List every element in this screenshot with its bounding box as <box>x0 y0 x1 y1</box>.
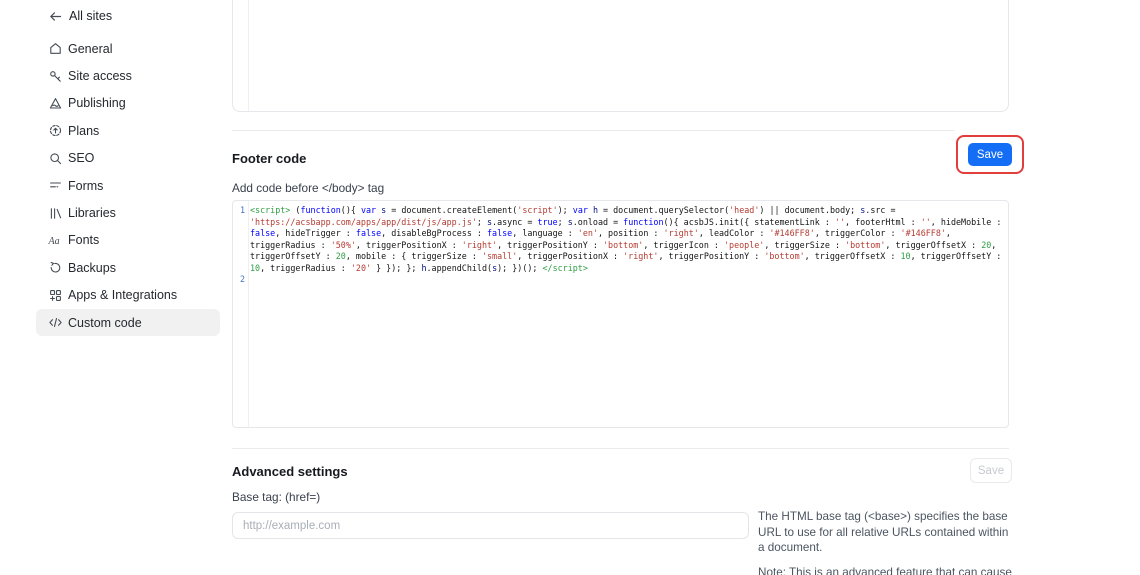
line-number: 1 <box>233 205 245 217</box>
sidebar-item-label: General <box>68 42 112 56</box>
plans-icon <box>48 123 63 138</box>
code-line: 10, triggerRadius : '20' } }); }; h.appe… <box>250 263 1006 275</box>
base-tag-help-text: The HTML base tag (<base>) specifies the… <box>758 509 1014 556</box>
code-line: triggerOffsetY : 20, mobile : { triggerS… <box>250 251 1006 263</box>
back-label: All sites <box>69 9 112 23</box>
section-divider <box>232 448 1009 449</box>
sidebar-item-general[interactable]: General <box>36 35 220 62</box>
sidebar-item-publishing[interactable]: Publishing <box>36 90 220 117</box>
forms-icon <box>48 178 63 193</box>
line-number <box>233 263 245 275</box>
sidebar-item-label: Fonts <box>68 233 99 247</box>
base-tag-help: The HTML base tag (<base>) specifies the… <box>758 509 1014 575</box>
line-number <box>233 240 245 252</box>
advanced-save-button[interactable]: Save <box>970 458 1012 483</box>
sidebar-item-plans[interactable]: Plans <box>36 117 220 144</box>
sidebar-item-label: SEO <box>68 151 94 165</box>
editor-gutter-separator <box>248 201 249 427</box>
code-line: triggerRadius : '50%', triggerPositionX … <box>250 240 1006 252</box>
sidebar-item-label: Libraries <box>68 206 116 220</box>
svg-text:Aa: Aa <box>48 236 60 247</box>
line-number <box>233 217 245 229</box>
code-icon <box>48 315 63 330</box>
footer-code-title: Footer code <box>232 151 306 166</box>
backups-icon <box>48 260 63 275</box>
sidebar-item-label: Plans <box>68 124 99 138</box>
advanced-settings-title: Advanced settings <box>232 464 348 479</box>
section-divider <box>232 130 955 131</box>
fonts-icon: Aa <box>48 233 63 248</box>
sidebar-item-fonts[interactable]: Aa Fonts <box>36 227 220 254</box>
line-number <box>233 251 245 263</box>
sidebar-item-apps-integrations[interactable]: Apps & Integrations <box>36 282 220 309</box>
footer-save-button[interactable]: Save <box>968 143 1012 166</box>
search-icon <box>48 151 63 166</box>
apps-icon <box>48 288 63 303</box>
key-icon <box>48 69 63 84</box>
back-to-all-sites[interactable]: All sites <box>36 4 124 28</box>
site-settings-page: All sites General Site access Publishing Pl… <box>0 0 1140 575</box>
sidebar-item-site-access[interactable]: Site access <box>36 62 220 89</box>
code-line: false, hideTrigger : false, disableBgPro… <box>250 228 1006 240</box>
sidebar-item-label: Backups <box>68 261 116 275</box>
sidebar-item-label: Publishing <box>68 96 126 110</box>
sidebar-item-label: Custom code <box>68 316 142 330</box>
sidebar-item-custom-code[interactable]: Custom code <box>36 309 220 336</box>
sidebar: All sites General Site access Publishing Pl… <box>0 0 232 575</box>
annotation-box: Save <box>956 135 1024 174</box>
sidebar-item-libraries[interactable]: Libraries <box>36 199 220 226</box>
base-tag-note-text: Note: This is an advanced feature that c… <box>758 565 1014 575</box>
editor-gutter-separator <box>248 0 249 111</box>
home-icon <box>48 41 63 56</box>
sidebar-item-label: Forms <box>68 179 103 193</box>
sidebar-item-seo[interactable]: SEO <box>36 145 220 172</box>
publish-icon <box>48 96 63 111</box>
footer-code-subtitle: Add code before </body> tag <box>232 181 384 195</box>
sidebar-nav: General Site access Publishing Plans SEO Form… <box>36 35 220 336</box>
sidebar-item-label: Site access <box>68 69 132 83</box>
libraries-icon <box>48 206 63 221</box>
sidebar-item-label: Apps & Integrations <box>68 288 177 302</box>
editor-line-numbers: 12 <box>233 205 245 286</box>
base-tag-input[interactable] <box>232 512 749 539</box>
line-number <box>233 228 245 240</box>
code-line: <script> (function(){ var s = document.c… <box>250 205 1006 217</box>
sidebar-item-backups[interactable]: Backups <box>36 254 220 281</box>
editor-code-content[interactable]: <script> (function(){ var s = document.c… <box>250 205 1006 274</box>
base-tag-label: Base tag: (href=) <box>232 490 320 504</box>
sidebar-item-forms[interactable]: Forms <box>36 172 220 199</box>
header-code-editor[interactable] <box>232 0 1009 112</box>
back-arrow-icon <box>48 9 63 24</box>
code-line: 'https://acsbapp.com/apps/app/dist/js/ap… <box>250 217 1006 229</box>
footer-code-editor[interactable]: 12 <script> (function(){ var s = documen… <box>232 200 1009 428</box>
line-number: 2 <box>233 274 245 286</box>
